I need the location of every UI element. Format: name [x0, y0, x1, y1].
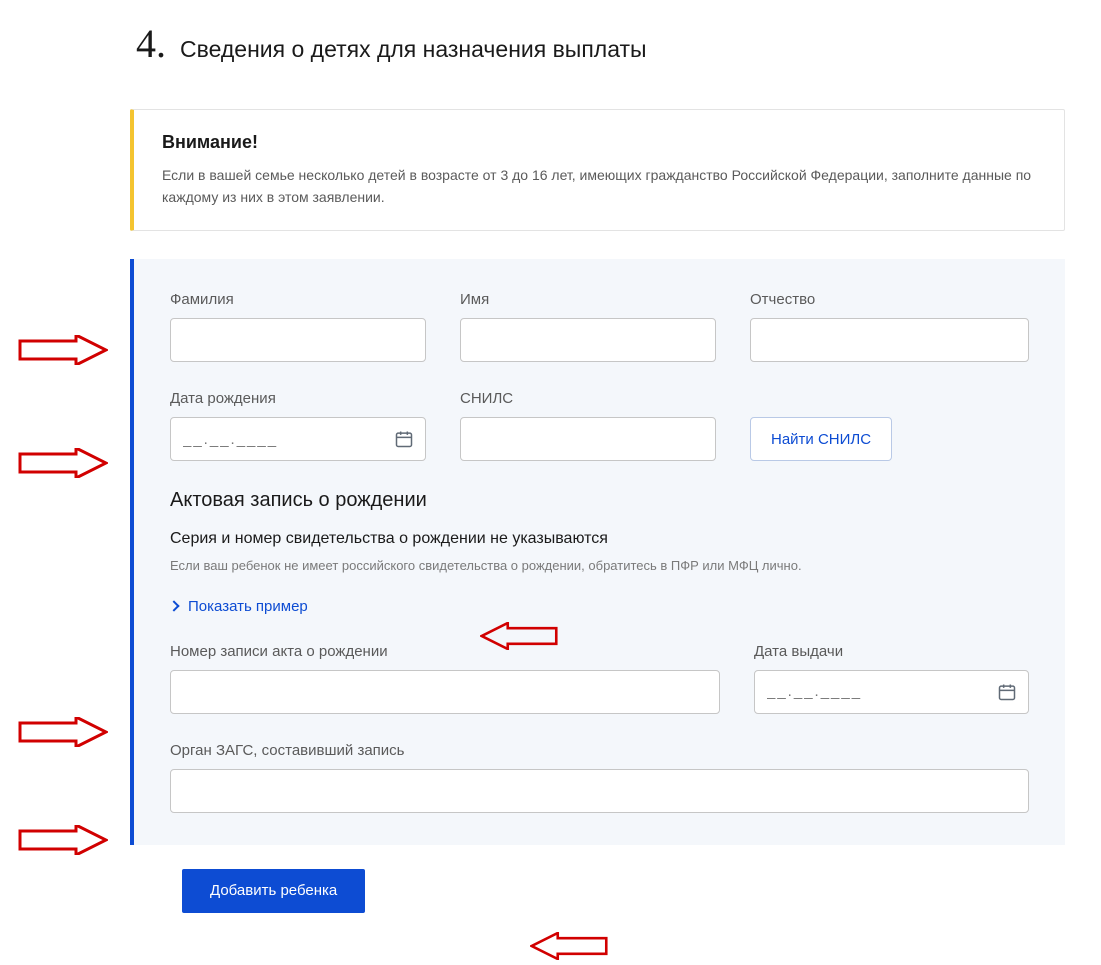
show-example-label: Показать пример: [188, 598, 308, 615]
birth-record-heading: Актовая запись о рождении: [170, 489, 1029, 512]
birth-note-text: Если ваш ребенок не имеет российского св…: [170, 556, 1029, 576]
snils-label: СНИЛС: [460, 390, 716, 407]
section-title: Сведения о детях для назначения выплаты: [180, 36, 647, 63]
annotation-arrow-icon: [530, 932, 608, 960]
dob-label: Дата рождения: [170, 390, 426, 407]
issue-date-input[interactable]: [754, 670, 1029, 714]
annotation-arrow-icon: [480, 622, 558, 650]
section-number: 4.: [136, 20, 166, 67]
patronymic-label: Отчество: [750, 291, 1029, 308]
chevron-right-icon: [168, 601, 179, 612]
annotation-arrow-icon: [18, 448, 108, 478]
snils-input[interactable]: [460, 417, 716, 461]
section-heading: 4. Сведения о детях для назначения выпла…: [136, 20, 1065, 67]
find-snils-button[interactable]: Найти СНИЛС: [750, 417, 892, 461]
annotation-arrow-icon: [18, 717, 108, 747]
add-child-button[interactable]: Добавить ребенка: [182, 869, 365, 913]
zags-label: Орган ЗАГС, составивший запись: [170, 742, 1029, 759]
show-example-link[interactable]: Показать пример: [170, 598, 1029, 615]
record-number-label: Номер записи акта о рождении: [170, 643, 720, 660]
birth-note-title: Серия и номер свидетельства о рождении н…: [170, 530, 1029, 548]
record-number-input[interactable]: [170, 670, 720, 714]
name-label: Имя: [460, 291, 716, 308]
annotation-arrow-icon: [18, 825, 108, 855]
alert-box: Внимание! Если в вашей семье несколько д…: [130, 109, 1065, 231]
issue-date-label: Дата выдачи: [754, 643, 1029, 660]
child-form-panel: Фамилия Имя Отчество Дата рождения: [130, 259, 1065, 845]
alert-title: Внимание!: [162, 132, 1036, 153]
annotation-arrow-icon: [18, 335, 108, 365]
surname-label: Фамилия: [170, 291, 426, 308]
patronymic-input[interactable]: [750, 318, 1029, 362]
dob-input[interactable]: [170, 417, 426, 461]
name-input[interactable]: [460, 318, 716, 362]
surname-input[interactable]: [170, 318, 426, 362]
alert-text: Если в вашей семье несколько детей в воз…: [162, 165, 1036, 208]
zags-input[interactable]: [170, 769, 1029, 813]
